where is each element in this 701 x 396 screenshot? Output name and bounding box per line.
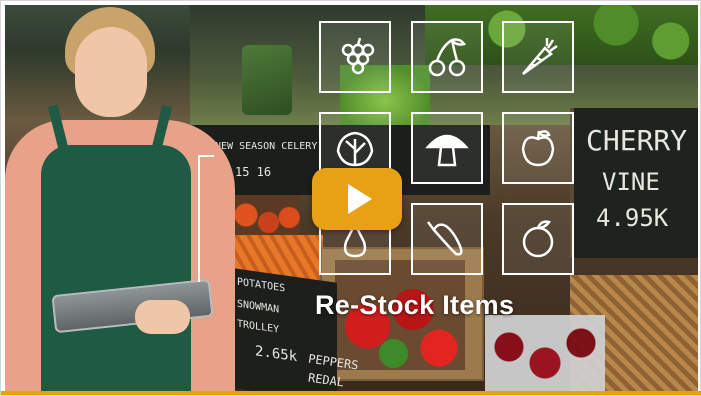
- overlay-bracket: [198, 155, 214, 282]
- produce-bag: [242, 45, 292, 115]
- video-thumbnail-frame: NEW SEASON CELERY 15 16 CHERRY VINE 4.95…: [0, 0, 701, 396]
- chalk-line-1: CHERRY: [586, 124, 688, 157]
- pepper-icon: [411, 203, 483, 275]
- cherry-vine-chalkboard: CHERRY VINE 4.95K: [570, 108, 698, 258]
- play-button[interactable]: [312, 168, 402, 230]
- bottom-accent-bar: [1, 391, 701, 395]
- mushroom-icon: [411, 112, 483, 184]
- cherries-tray: [485, 315, 605, 392]
- chalk-line-3: 4.95K: [596, 204, 669, 232]
- orange-icon: [502, 203, 574, 275]
- shopkeeper-apron: [41, 145, 191, 392]
- potato-sign-2: SNOWMAN: [237, 298, 280, 316]
- apple-icon: [502, 112, 574, 184]
- sign-numbers: 15 16: [235, 165, 272, 179]
- grapes-icon: [319, 21, 391, 93]
- video-player[interactable]: NEW SEASON CELERY 15 16 CHERRY VINE 4.95…: [5, 5, 698, 392]
- play-icon: [348, 184, 372, 214]
- cherries-icon: [411, 21, 483, 93]
- chalk-line-2: VINE: [602, 168, 660, 196]
- video-title: Re-Stock Items: [315, 290, 515, 320]
- potato-sign-1: POTATOES: [237, 276, 286, 295]
- potato-sign-3: TROLLEY: [237, 318, 280, 336]
- sign-strip-text: NEW SEASON CELERY: [215, 141, 318, 152]
- potato-sign-price: 2.65k: [255, 343, 298, 366]
- shopkeeper-face: [75, 27, 147, 117]
- carrot-icon: [502, 21, 574, 93]
- shopkeeper-hand: [135, 300, 190, 334]
